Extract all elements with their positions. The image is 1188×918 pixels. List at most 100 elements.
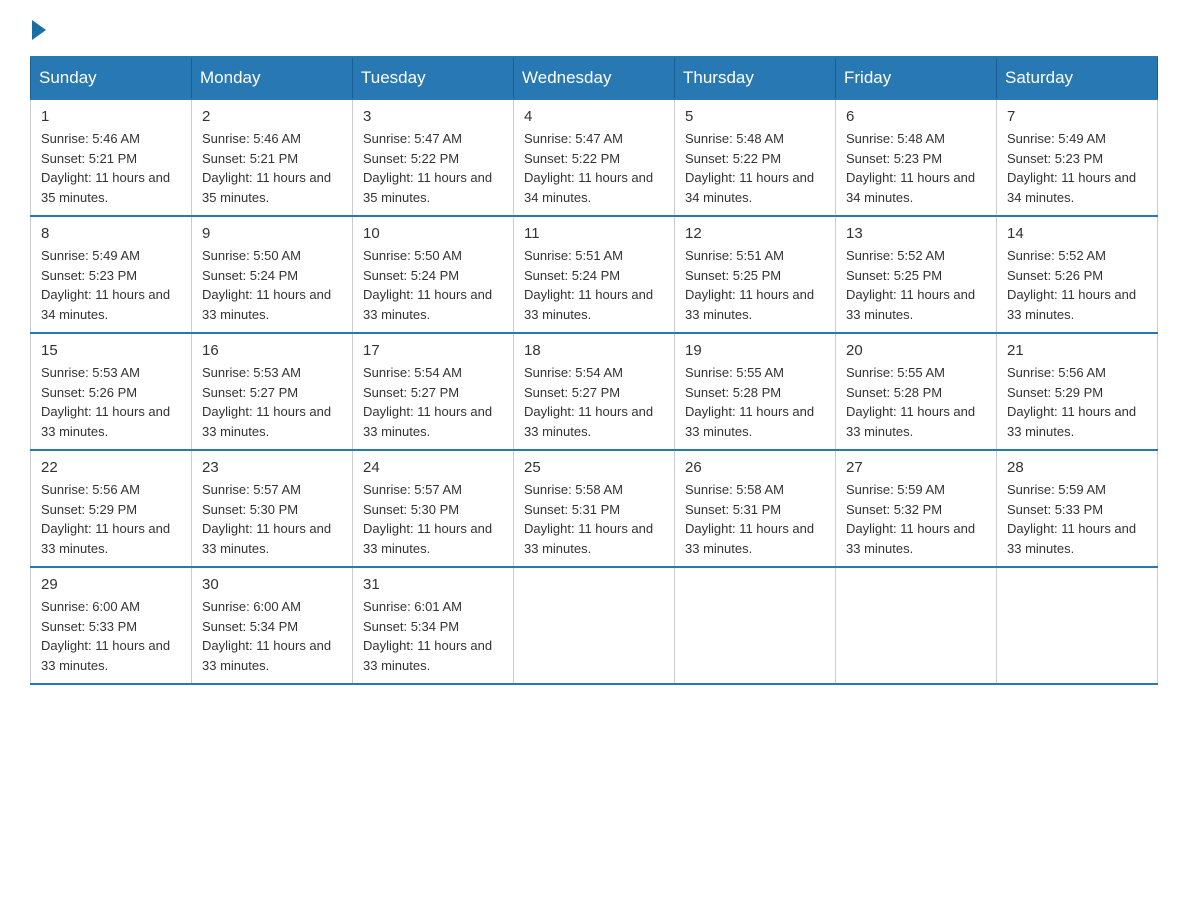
calendar-header-row: SundayMondayTuesdayWednesdayThursdayFrid…	[31, 57, 1158, 99]
day-number: 25	[524, 459, 664, 476]
day-number: 9	[202, 225, 342, 242]
calendar-week-3: 15 Sunrise: 5:53 AM Sunset: 5:26 PM Dayl…	[31, 333, 1158, 450]
day-number: 18	[524, 342, 664, 359]
calendar-week-1: 1 Sunrise: 5:46 AM Sunset: 5:21 PM Dayli…	[31, 99, 1158, 216]
calendar-cell: 30 Sunrise: 6:00 AM Sunset: 5:34 PM Dayl…	[192, 567, 353, 684]
logo	[30, 20, 48, 36]
header-friday: Friday	[836, 57, 997, 99]
day-number: 2	[202, 108, 342, 125]
day-number: 13	[846, 225, 986, 242]
day-number: 26	[685, 459, 825, 476]
day-info: Sunrise: 5:47 AM Sunset: 5:22 PM Dayligh…	[524, 129, 664, 207]
calendar-cell: 1 Sunrise: 5:46 AM Sunset: 5:21 PM Dayli…	[31, 99, 192, 216]
calendar-cell: 29 Sunrise: 6:00 AM Sunset: 5:33 PM Dayl…	[31, 567, 192, 684]
day-number: 22	[41, 459, 181, 476]
calendar-week-5: 29 Sunrise: 6:00 AM Sunset: 5:33 PM Dayl…	[31, 567, 1158, 684]
calendar-cell: 28 Sunrise: 5:59 AM Sunset: 5:33 PM Dayl…	[997, 450, 1158, 567]
day-number: 30	[202, 576, 342, 593]
calendar-cell: 20 Sunrise: 5:55 AM Sunset: 5:28 PM Dayl…	[836, 333, 997, 450]
calendar-cell: 22 Sunrise: 5:56 AM Sunset: 5:29 PM Dayl…	[31, 450, 192, 567]
day-number: 15	[41, 342, 181, 359]
calendar-week-2: 8 Sunrise: 5:49 AM Sunset: 5:23 PM Dayli…	[31, 216, 1158, 333]
day-info: Sunrise: 5:52 AM Sunset: 5:25 PM Dayligh…	[846, 246, 986, 324]
day-number: 5	[685, 108, 825, 125]
day-info: Sunrise: 5:53 AM Sunset: 5:27 PM Dayligh…	[202, 363, 342, 441]
day-number: 4	[524, 108, 664, 125]
day-number: 17	[363, 342, 503, 359]
day-info: Sunrise: 5:46 AM Sunset: 5:21 PM Dayligh…	[202, 129, 342, 207]
day-number: 31	[363, 576, 503, 593]
calendar-cell: 24 Sunrise: 5:57 AM Sunset: 5:30 PM Dayl…	[353, 450, 514, 567]
day-info: Sunrise: 5:52 AM Sunset: 5:26 PM Dayligh…	[1007, 246, 1147, 324]
calendar-cell: 13 Sunrise: 5:52 AM Sunset: 5:25 PM Dayl…	[836, 216, 997, 333]
day-info: Sunrise: 6:01 AM Sunset: 5:34 PM Dayligh…	[363, 597, 503, 675]
day-number: 8	[41, 225, 181, 242]
day-info: Sunrise: 5:51 AM Sunset: 5:24 PM Dayligh…	[524, 246, 664, 324]
day-info: Sunrise: 5:58 AM Sunset: 5:31 PM Dayligh…	[524, 480, 664, 558]
day-number: 1	[41, 108, 181, 125]
calendar-cell: 9 Sunrise: 5:50 AM Sunset: 5:24 PM Dayli…	[192, 216, 353, 333]
day-info: Sunrise: 5:54 AM Sunset: 5:27 PM Dayligh…	[363, 363, 503, 441]
calendar-cell: 23 Sunrise: 5:57 AM Sunset: 5:30 PM Dayl…	[192, 450, 353, 567]
day-info: Sunrise: 6:00 AM Sunset: 5:34 PM Dayligh…	[202, 597, 342, 675]
day-info: Sunrise: 5:54 AM Sunset: 5:27 PM Dayligh…	[524, 363, 664, 441]
day-info: Sunrise: 5:57 AM Sunset: 5:30 PM Dayligh…	[363, 480, 503, 558]
calendar-cell: 25 Sunrise: 5:58 AM Sunset: 5:31 PM Dayl…	[514, 450, 675, 567]
day-info: Sunrise: 5:57 AM Sunset: 5:30 PM Dayligh…	[202, 480, 342, 558]
header-saturday: Saturday	[997, 57, 1158, 99]
day-info: Sunrise: 6:00 AM Sunset: 5:33 PM Dayligh…	[41, 597, 181, 675]
day-info: Sunrise: 5:56 AM Sunset: 5:29 PM Dayligh…	[1007, 363, 1147, 441]
day-number: 12	[685, 225, 825, 242]
page-header	[30, 20, 1158, 36]
header-tuesday: Tuesday	[353, 57, 514, 99]
calendar-cell: 26 Sunrise: 5:58 AM Sunset: 5:31 PM Dayl…	[675, 450, 836, 567]
day-number: 21	[1007, 342, 1147, 359]
header-thursday: Thursday	[675, 57, 836, 99]
calendar-cell	[997, 567, 1158, 684]
calendar-cell: 15 Sunrise: 5:53 AM Sunset: 5:26 PM Dayl…	[31, 333, 192, 450]
day-info: Sunrise: 5:51 AM Sunset: 5:25 PM Dayligh…	[685, 246, 825, 324]
calendar-table: SundayMondayTuesdayWednesdayThursdayFrid…	[30, 56, 1158, 685]
day-number: 29	[41, 576, 181, 593]
calendar-cell: 6 Sunrise: 5:48 AM Sunset: 5:23 PM Dayli…	[836, 99, 997, 216]
calendar-cell: 3 Sunrise: 5:47 AM Sunset: 5:22 PM Dayli…	[353, 99, 514, 216]
day-number: 14	[1007, 225, 1147, 242]
day-number: 3	[363, 108, 503, 125]
header-wednesday: Wednesday	[514, 57, 675, 99]
day-info: Sunrise: 5:50 AM Sunset: 5:24 PM Dayligh…	[363, 246, 503, 324]
calendar-cell: 18 Sunrise: 5:54 AM Sunset: 5:27 PM Dayl…	[514, 333, 675, 450]
calendar-cell: 14 Sunrise: 5:52 AM Sunset: 5:26 PM Dayl…	[997, 216, 1158, 333]
logo-arrow-icon	[32, 20, 46, 40]
day-number: 16	[202, 342, 342, 359]
day-number: 11	[524, 225, 664, 242]
day-info: Sunrise: 5:46 AM Sunset: 5:21 PM Dayligh…	[41, 129, 181, 207]
calendar-cell: 19 Sunrise: 5:55 AM Sunset: 5:28 PM Dayl…	[675, 333, 836, 450]
calendar-cell: 17 Sunrise: 5:54 AM Sunset: 5:27 PM Dayl…	[353, 333, 514, 450]
calendar-cell	[514, 567, 675, 684]
calendar-cell	[836, 567, 997, 684]
calendar-cell: 4 Sunrise: 5:47 AM Sunset: 5:22 PM Dayli…	[514, 99, 675, 216]
calendar-cell: 11 Sunrise: 5:51 AM Sunset: 5:24 PM Dayl…	[514, 216, 675, 333]
calendar-week-4: 22 Sunrise: 5:56 AM Sunset: 5:29 PM Dayl…	[31, 450, 1158, 567]
calendar-cell: 27 Sunrise: 5:59 AM Sunset: 5:32 PM Dayl…	[836, 450, 997, 567]
day-info: Sunrise: 5:55 AM Sunset: 5:28 PM Dayligh…	[846, 363, 986, 441]
day-number: 24	[363, 459, 503, 476]
day-number: 7	[1007, 108, 1147, 125]
header-sunday: Sunday	[31, 57, 192, 99]
day-info: Sunrise: 5:47 AM Sunset: 5:22 PM Dayligh…	[363, 129, 503, 207]
day-info: Sunrise: 5:49 AM Sunset: 5:23 PM Dayligh…	[41, 246, 181, 324]
day-info: Sunrise: 5:53 AM Sunset: 5:26 PM Dayligh…	[41, 363, 181, 441]
day-number: 10	[363, 225, 503, 242]
day-number: 23	[202, 459, 342, 476]
day-info: Sunrise: 5:58 AM Sunset: 5:31 PM Dayligh…	[685, 480, 825, 558]
calendar-cell: 31 Sunrise: 6:01 AM Sunset: 5:34 PM Dayl…	[353, 567, 514, 684]
calendar-cell: 7 Sunrise: 5:49 AM Sunset: 5:23 PM Dayli…	[997, 99, 1158, 216]
day-number: 20	[846, 342, 986, 359]
calendar-cell: 8 Sunrise: 5:49 AM Sunset: 5:23 PM Dayli…	[31, 216, 192, 333]
day-number: 6	[846, 108, 986, 125]
calendar-cell: 16 Sunrise: 5:53 AM Sunset: 5:27 PM Dayl…	[192, 333, 353, 450]
calendar-cell	[675, 567, 836, 684]
day-info: Sunrise: 5:59 AM Sunset: 5:33 PM Dayligh…	[1007, 480, 1147, 558]
calendar-cell: 12 Sunrise: 5:51 AM Sunset: 5:25 PM Dayl…	[675, 216, 836, 333]
day-number: 27	[846, 459, 986, 476]
